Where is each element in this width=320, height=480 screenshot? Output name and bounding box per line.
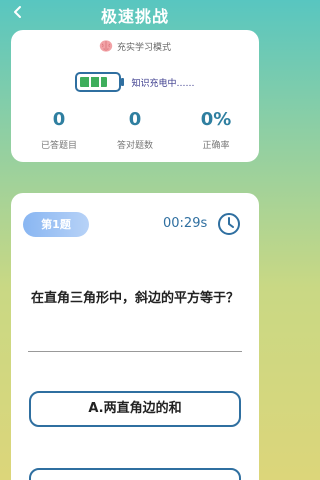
stat-value: 0 bbox=[52, 109, 66, 130]
stat-label: 正确率 bbox=[202, 141, 230, 151]
stat-value: 0 bbox=[128, 109, 142, 130]
page-title: 极速挑战 bbox=[100, 7, 169, 26]
stats-card: 充实学习模式 知识充电中…… 0 已答题目 0 答对题数 0% 正确率 bbox=[11, 30, 259, 162]
battery-icon bbox=[75, 72, 125, 92]
question-card: 第1题 00:29s 在直角三角形中，斜边的平方等于？ A.两直角边的和 bbox=[11, 193, 259, 480]
question-number-badge: 第1题 bbox=[23, 212, 89, 237]
stat-label: 已答题目 bbox=[40, 141, 77, 151]
header-bar: 极速挑战 bbox=[0, 0, 270, 26]
stat-accuracy: 0% 正确率 bbox=[176, 109, 256, 151]
timer-text: 00:29s bbox=[163, 216, 208, 231]
stat-answered: 0 已答题目 bbox=[19, 109, 99, 151]
clock-icon bbox=[218, 213, 240, 235]
option-b-button[interactable] bbox=[29, 468, 241, 480]
option-a-button[interactable]: A.两直角边的和 bbox=[29, 391, 241, 427]
stat-label: 答对题数 bbox=[116, 141, 153, 151]
stats-row: 0 已答题目 0 答对题数 0% 正确率 bbox=[11, 109, 259, 159]
mode-label: 充实学习模式 bbox=[116, 42, 171, 53]
stat-correct: 0 答对题数 bbox=[95, 109, 175, 151]
charge-row: 知识充电中…… bbox=[11, 71, 259, 93]
question-text: 在直角三角形中，斜边的平方等于？ bbox=[31, 291, 240, 306]
stat-value: 0% bbox=[200, 109, 232, 130]
mode-row: 充实学习模式 bbox=[11, 38, 259, 54]
brain-icon bbox=[99, 40, 113, 52]
divider bbox=[28, 351, 242, 352]
charge-status: 知识充电中…… bbox=[131, 78, 195, 89]
